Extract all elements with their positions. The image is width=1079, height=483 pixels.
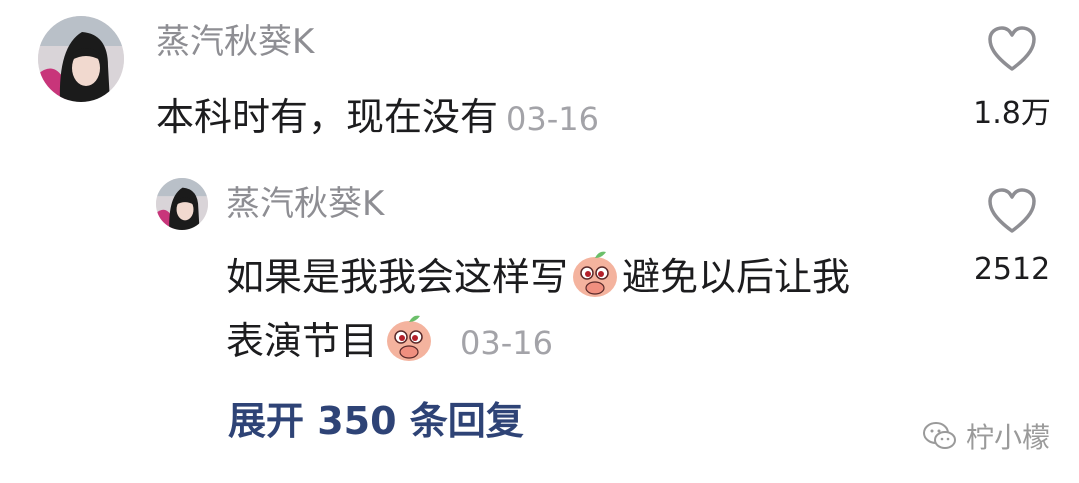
reply-text: 如果是我我会这样写 避免以后让我 xyxy=(226,246,850,302)
peach-emoji-icon xyxy=(387,315,432,361)
reply-body-part3: 表演节目 xyxy=(226,319,379,363)
comment-username[interactable]: 蒸汽秋葵K xyxy=(156,22,314,62)
wechat-icon xyxy=(923,422,956,449)
reply-date: 03-16 xyxy=(460,324,553,362)
watermark: 柠小檬 xyxy=(922,416,1050,456)
reply-avatar[interactable] xyxy=(156,178,208,230)
reply-username[interactable]: 蒸汽秋葵K xyxy=(226,184,384,224)
heart-icon[interactable] xyxy=(987,188,1037,238)
reply-text-line2: 表演节目 03-16 xyxy=(226,310,553,368)
comment-date: 03-16 xyxy=(506,100,599,138)
heart-icon[interactable] xyxy=(987,26,1037,76)
comment-like-count: 1.8万 xyxy=(973,96,1051,131)
reply-body-part2: 避免以后让我 xyxy=(622,255,851,299)
expand-replies-link[interactable]: 展开 350 条回复 xyxy=(228,396,524,446)
reply-like-count: 2512 xyxy=(973,252,1051,287)
comment-avatar[interactable] xyxy=(38,16,124,102)
peach-emoji-icon xyxy=(573,251,618,297)
comment-text: 本科时有，现在没有 03-16 xyxy=(156,92,599,144)
watermark-text: 柠小檬 xyxy=(966,421,1051,454)
comment-body: 本科时有，现在没有 xyxy=(156,95,499,139)
reply-body-part1: 如果是我我会这样写 xyxy=(226,255,569,299)
